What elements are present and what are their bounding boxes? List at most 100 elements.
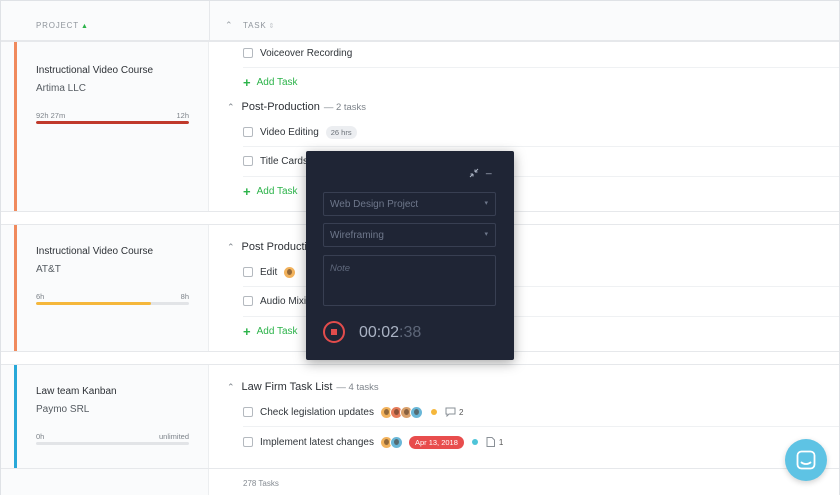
project-time-meta: 6h 8h: [36, 292, 189, 301]
project-info[interactable]: Instructional Video Course AT&T 6h 8h: [1, 225, 209, 351]
task-list-name: Post Productio: [241, 241, 314, 253]
elapsed-seconds: :38: [399, 324, 422, 341]
task-list-header[interactable]: ⌃ Post-Production — 2 tasks: [227, 101, 366, 113]
avatar: [409, 405, 423, 419]
task-column-header[interactable]: TASK ⇕: [243, 21, 275, 30]
avatar: [389, 435, 403, 449]
chevron-up-icon[interactable]: ⌃: [227, 242, 235, 253]
task-row[interactable]: Audio Mixi: [243, 293, 306, 309]
project-accent: [14, 42, 17, 211]
task-name: Title Cards: [260, 155, 308, 167]
row-divider: [243, 67, 839, 68]
checkbox-icon[interactable]: [243, 127, 253, 137]
plus-icon: +: [243, 323, 251, 339]
task-list-name: Law Firm Task List: [241, 381, 333, 393]
minimize-icon[interactable]: _: [486, 164, 492, 175]
assignees: [283, 265, 297, 279]
project-client: Artima LLC: [36, 83, 87, 94]
task-row[interactable]: Implement latest changes Apr 13, 2018 1: [243, 434, 503, 450]
project-client: AT&T: [36, 264, 61, 275]
task-row[interactable]: Title Cards: [243, 153, 308, 169]
time-logged: 0h: [36, 432, 45, 441]
task-row[interactable]: Check legislation updates 2: [243, 404, 463, 420]
add-task-button[interactable]: + Add Task: [243, 183, 298, 199]
stop-timer-button[interactable]: [323, 321, 345, 343]
project-time-meta: 0h unlimited: [36, 432, 189, 441]
files-indicator[interactable]: 1: [486, 437, 503, 447]
add-task-button[interactable]: + Add Task: [243, 323, 298, 339]
checkbox-icon[interactable]: [243, 267, 253, 277]
checkbox-icon[interactable]: [243, 156, 253, 166]
progress-fill: [36, 302, 151, 305]
chevron-up-icon[interactable]: ⌃: [227, 382, 235, 393]
task-name: Edit: [260, 266, 278, 278]
row-divider: [243, 146, 839, 147]
task-row[interactable]: Video Editing 26 hrs: [243, 124, 357, 140]
task-column-label: TASK: [243, 21, 267, 30]
project-client: Paymo SRL: [36, 404, 90, 415]
chevron-up-icon[interactable]: ⌃: [225, 20, 233, 31]
project-column-header[interactable]: PROJECT ▲: [36, 21, 89, 30]
project-name: Law team Kanban: [36, 386, 117, 397]
collapse-icon[interactable]: [469, 168, 479, 181]
chevron-down-icon: ▾: [484, 231, 488, 238]
checkbox-icon[interactable]: [243, 437, 253, 447]
comments-indicator[interactable]: 2: [445, 407, 463, 417]
task-list-count: — 4 tasks: [336, 381, 379, 393]
checkbox-icon[interactable]: [243, 296, 253, 306]
file-icon: [486, 437, 495, 447]
add-task-label: Add Task: [256, 77, 298, 88]
elapsed-time: 00:02:38: [359, 324, 421, 342]
table-header: PROJECT ▲ ⌃ TASK ⇕: [1, 1, 839, 41]
time-logged: 92h 27m: [36, 111, 66, 120]
due-date-badge: Apr 13, 2018: [408, 435, 464, 449]
task-total: 278 Tasks: [243, 479, 279, 488]
time-budget: 12h: [176, 111, 189, 120]
time-budget: 8h: [180, 292, 189, 301]
project-info[interactable]: Instructional Video Course Artima LLC 92…: [1, 42, 209, 211]
task-list-name: Post-Production: [241, 101, 320, 113]
project-column-label: PROJECT: [36, 21, 79, 30]
priority-dot: [430, 409, 437, 415]
elapsed-main: 00:02: [359, 324, 400, 341]
task-row[interactable]: Voiceover Recording: [243, 45, 352, 61]
add-task-label: Add Task: [256, 326, 298, 337]
progress-bar: [36, 121, 189, 124]
comment-count: 2: [458, 407, 464, 417]
project-select[interactable]: Web Design Project ▾: [323, 192, 496, 216]
task-select-value: Wireframing: [330, 230, 384, 241]
app-frame: PROJECT ▲ ⌃ TASK ⇕ Instructional Video Cou…: [0, 0, 840, 495]
task-list-header[interactable]: ⌃ Post Productio: [227, 241, 313, 253]
task-list-header[interactable]: ⌃ Law Firm Task List — 4 tasks: [227, 381, 379, 393]
checkbox-icon[interactable]: [243, 48, 253, 58]
checkbox-icon[interactable]: [243, 407, 253, 417]
assignees: [379, 435, 403, 449]
add-task-label: Add Task: [256, 186, 298, 197]
chat-icon: [796, 450, 816, 470]
plus-icon: +: [243, 183, 251, 199]
table-footer: 278 Tasks: [1, 468, 839, 495]
avatar: [283, 265, 297, 279]
project-name: Instructional Video Course: [36, 246, 154, 257]
progress-bar: [36, 302, 189, 305]
sort-up-icon: ▲: [80, 23, 89, 30]
project-select-value: Web Design Project: [330, 199, 419, 210]
note-input[interactable]: Note: [323, 255, 496, 306]
project-accent: [14, 225, 17, 351]
project-info[interactable]: Law team Kanban Paymo SRL 0h unlimited: [1, 365, 209, 468]
project-time-meta: 92h 27m 12h: [36, 111, 189, 120]
comment-icon: [445, 407, 456, 417]
project-accent: [14, 365, 17, 468]
chevron-up-icon[interactable]: ⌃: [227, 102, 235, 113]
progress-bar: [36, 442, 189, 445]
timer-popup: _ Web Design Project ▾ Wireframing ▾ Not…: [306, 151, 514, 360]
task-name: Audio Mixi: [260, 295, 307, 307]
add-task-button[interactable]: + Add Task: [243, 76, 298, 89]
time-logged: 6h: [36, 292, 45, 301]
chat-launcher-button[interactable]: [785, 439, 827, 481]
task-select[interactable]: Wireframing ▾: [323, 223, 496, 247]
task-name: Implement latest changes: [260, 436, 374, 448]
task-list-count: — 2 tasks: [323, 101, 367, 113]
status-dot: [471, 439, 478, 445]
task-row[interactable]: Edit: [243, 264, 297, 280]
